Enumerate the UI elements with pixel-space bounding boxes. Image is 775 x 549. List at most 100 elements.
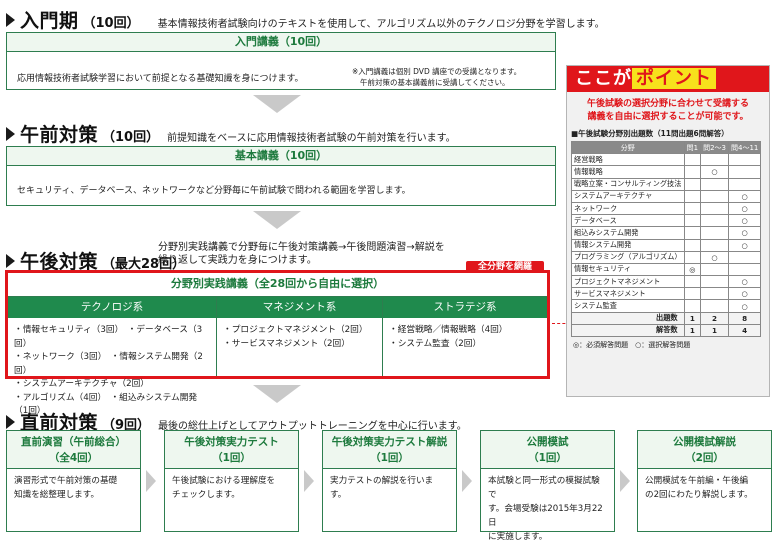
morning-box: 基本講義（10回） セキュリティ、データベース、ネットワークなど分野毎に午前試験… [6, 146, 556, 206]
point-header-pre: ここが [575, 68, 632, 89]
sum-value-cell: 1 [700, 323, 729, 338]
final-step-body: 実力テストの解説を行います。 [323, 469, 456, 507]
mark-cell: ○ [727, 189, 762, 203]
mark-cell [727, 250, 762, 264]
final-step-title-line: 公開模試 [526, 436, 569, 448]
course-line: ・経営戦略／情報戦略（4回） [389, 325, 508, 335]
mark-cell: ○ [727, 214, 762, 228]
mark-cell [700, 262, 729, 277]
final-step-title-line: 公開模試解説 [673, 436, 736, 448]
final-step-body-line: 本試験と同一形式の模擬試験で [488, 476, 600, 500]
final-step-body-line: 演習形式で午前対策の基礎 [14, 476, 118, 486]
intro-note-line: ※入門講義は個別 DVD 講座での受講となります。 [352, 67, 522, 76]
table-row: 情報セキュリティ ◎ [571, 262, 762, 277]
intro-box-title: 入門講義（10回） [7, 33, 555, 52]
intro-section-header: 入門期 （10回） 基本情報技術者試験向けのテキストを使用して、アルゴリズム以外… [6, 6, 605, 33]
afternoon-desc-line: 繰り返して実践力を身につけます。 [158, 255, 317, 266]
morning-desc: 前提知識をベースに応用情報技術者試験の午前対策を行います。 [167, 133, 456, 144]
flow-arrow-icon [253, 385, 301, 403]
table-row: プログラミング（アルゴリズム） ○ [571, 250, 762, 264]
mark-cell: ○ [700, 250, 729, 264]
course-line: ・システム監査（2回） [389, 338, 482, 349]
field-name-cell: 情報セキュリティ [571, 262, 685, 277]
table-row: データベース ○ [571, 214, 762, 228]
table-row: 情報システム開発 ○ [571, 238, 762, 252]
table-row: サービスマネジメント ○ [571, 287, 762, 301]
mark-cell: ○ [727, 238, 762, 252]
final-step-body-line: に実施します。 [488, 532, 548, 542]
intro-note-line: 午前対策の基本講義前に受講してください。 [360, 78, 510, 87]
final-step-body: 公開模試を午前編・午後編 の2回にわたり解説します。 [638, 469, 771, 507]
table-row: 情報戦略 ○ [571, 165, 762, 179]
course-line: ・情報セキュリティ（3回） ・データベース（3回） [14, 325, 203, 349]
course-line: ・ネットワーク（3回） ・情報システム開発（2回） [14, 352, 203, 376]
final-step-box: 午後対策実力テスト （1回） 午後試験における理解度を チェックします。 [164, 430, 299, 532]
flow-chevron-icon [462, 470, 472, 492]
field-name-cell: システム監査 [571, 299, 685, 313]
table-row: システム監査 ○ [571, 299, 762, 313]
field-name-cell: ネットワーク [571, 201, 685, 216]
final-step-body-line: 知識を総整理します。 [14, 490, 100, 500]
section-marker-icon [6, 414, 15, 429]
course-line: ・システムアーキテクチャ（2回） [14, 379, 149, 389]
final-step-title-line: （1回） [370, 452, 409, 464]
mark-cell [683, 299, 702, 313]
table-row: プロジェクトマネジメント ○ [571, 275, 762, 289]
mark-cell [683, 165, 702, 179]
final-step-body: 本試験と同一形式の模擬試験で す。会場受験は2015年3月22日 に実施します。 [481, 469, 614, 549]
final-step-title: 直前演習（午前総合） （全4回） [7, 431, 140, 469]
final-step-box: 公開模試 （1回） 本試験と同一形式の模擬試験で す。会場受験は2015年3月22日に… [480, 430, 615, 542]
mark-cell [683, 189, 702, 203]
final-step-body-line: 午後試験における理解度を [172, 476, 276, 486]
final-step-body: 演習形式で午前対策の基礎 知識を総整理します。 [7, 469, 140, 507]
final-step-title-line: 午後対策実力テスト解説 [331, 436, 448, 448]
field-name-cell: プロジェクトマネジメント [571, 275, 685, 289]
mark-cell [700, 238, 729, 252]
mark-cell [700, 226, 729, 240]
final-step-box: 直前演習（午前総合） （全4回） 演習形式で午前対策の基礎 知識を総整理します。 [6, 430, 141, 532]
column-header-management: マネジメント系 [217, 297, 382, 318]
flow-arrow-icon [253, 211, 301, 229]
sum-value-cell: 8 [727, 311, 762, 325]
point-header: ここが ポイント [567, 66, 769, 92]
morning-count: （10回） [102, 130, 160, 145]
mark-cell: ○ [727, 226, 762, 240]
table-sum-row: 解答数 1 1 4 [571, 323, 762, 338]
field-name-cell: プログラミング（アルゴリズム） [571, 250, 685, 264]
mark-cell [700, 177, 729, 191]
section-marker-icon [6, 12, 15, 27]
point-legend: ◎：必須解答問題 ○：選択解答問題 [573, 341, 691, 349]
final-step-title-line: 直前演習（午前総合） [21, 436, 126, 448]
mark-cell [683, 153, 702, 167]
final-step-title-line: 午後対策実力テスト [184, 436, 279, 448]
final-step-title: 公開模試解説 （2回） [638, 431, 771, 469]
mark-cell [700, 201, 729, 216]
intro-count: （10回） [82, 16, 140, 31]
afternoon-box: 分野別実践講義（全28回から自由に選択） テクノロジ系 マネジメント系 ストラテ… [5, 270, 550, 416]
mark-cell [683, 201, 702, 216]
mark-cell [700, 153, 729, 167]
column-header-technology: テクノロジ系 [8, 297, 216, 318]
sum-value-cell: 2 [700, 311, 729, 325]
sum-label-cell: 出題数 [571, 311, 685, 325]
course-line: ・プロジェクトマネジメント（2回） [223, 325, 368, 335]
mark-cell: ○ [727, 201, 762, 216]
sum-label-cell: 解答数 [571, 323, 685, 338]
mark-cell [683, 177, 702, 191]
column-header-strategy: ストラテジ系 [383, 297, 547, 318]
intro-box-body: 応用情報技術者試験学習において前提となる基礎知識を身につけます。 [17, 74, 304, 84]
table-row: システムアーキテクチャ ○ [571, 189, 762, 203]
table-sum-row: 出題数 1 2 8 [571, 311, 762, 325]
table-row: 経営戦略 [571, 153, 762, 167]
mark-cell [700, 275, 729, 289]
mark-cell: ○ [727, 299, 762, 313]
morning-box-body: セキュリティ、データベース、ネットワークなど分野毎に午前試験で問われる範囲を学習… [17, 186, 411, 196]
point-panel: ここが ポイント 午後試験の選択分野に合わせて受講する 講義を自由に選択することが… [566, 65, 770, 397]
sum-value-cell: 1 [683, 311, 702, 325]
final-step-title: 午後対策実力テスト解説 （1回） [323, 431, 456, 469]
mark-cell: ○ [727, 275, 762, 289]
flow-chevron-icon [146, 470, 156, 492]
column-body-strategy: ・経営戦略／情報戦略（4回） ・システム監査（2回） [383, 318, 547, 376]
table-header-cell: 問4～11 [727, 140, 762, 155]
point-lead-line: 講義を自由に選択することが可能です。 [587, 112, 749, 122]
